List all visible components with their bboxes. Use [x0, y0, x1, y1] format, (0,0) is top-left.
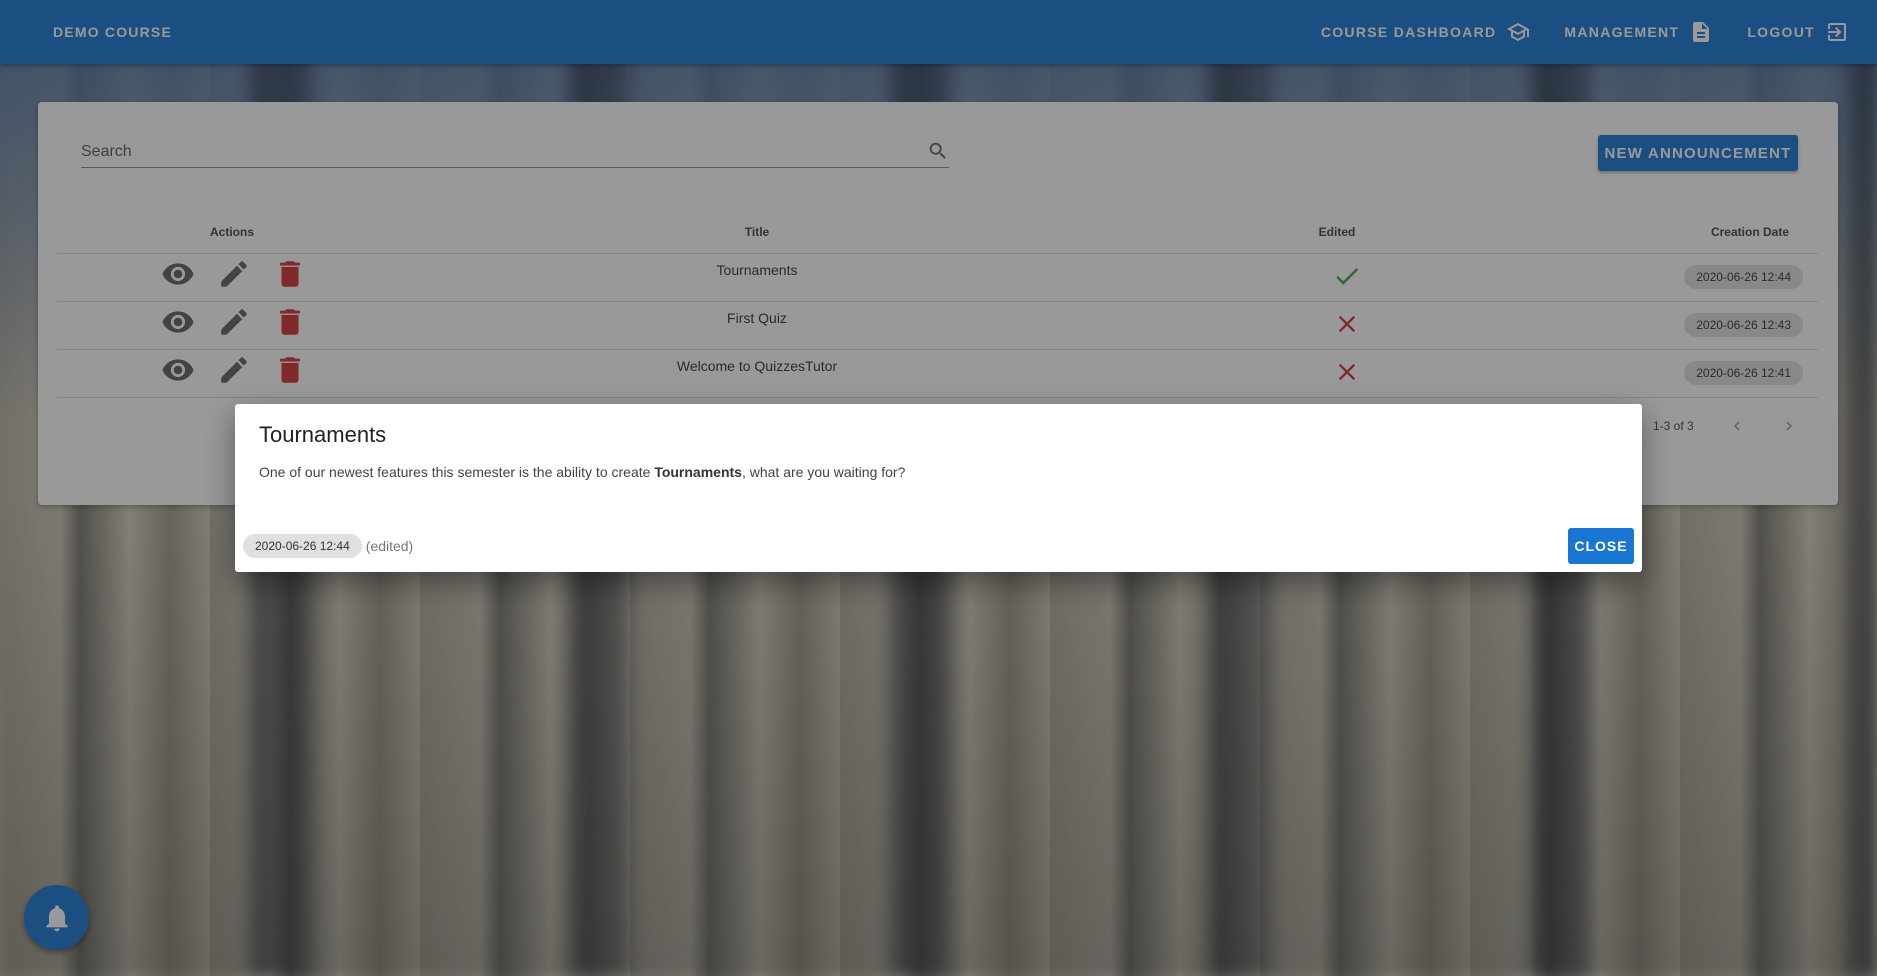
dialog-date-chip: 2020-06-26 12:44 — [243, 534, 362, 558]
announcement-dialog: Tournaments One of our newest features t… — [235, 404, 1642, 572]
close-button[interactable]: CLOSE — [1568, 528, 1634, 564]
dialog-body-text-end: , what are you waiting for? — [741, 464, 906, 480]
dialog-footer: 2020-06-26 12:44 (edited) — [243, 534, 413, 558]
dialog-body: One of our newest features this semester… — [259, 464, 905, 480]
dialog-body-bold: Tournaments — [654, 464, 742, 480]
dialog-edited-label: (edited) — [365, 538, 414, 554]
dialog-title: Tournaments — [259, 422, 387, 447]
dialog-body-text: One of our newest features this semester… — [259, 464, 655, 480]
